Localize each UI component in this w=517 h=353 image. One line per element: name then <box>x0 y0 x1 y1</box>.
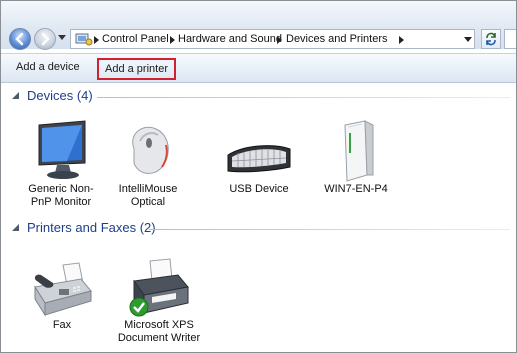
group-divider <box>149 229 510 230</box>
device-label: USB Device <box>229 183 289 195</box>
computer-tower-icon <box>344 120 374 182</box>
printer-item[interactable]: Microsoft XPS Document Writer <box>116 257 202 345</box>
address-row: Control Panel Hardware and Sound Devices… <box>1 1 516 50</box>
devices-group-header[interactable]: Devices (4) <box>1 87 516 107</box>
default-check-icon <box>129 297 149 317</box>
printers-group-header[interactable]: Printers and Faxes (2) <box>1 219 516 239</box>
device-label: Generic Non-PnP Monitor <box>28 183 94 208</box>
printer-label: Fax <box>52 319 72 331</box>
chevron-right-icon[interactable] <box>399 36 404 44</box>
breadcrumb[interactable]: Control Panel Hardware and Sound Devices… <box>70 29 475 49</box>
device-item[interactable]: IntelliMouse Optical <box>105 119 191 209</box>
breadcrumb-control-panel[interactable]: Control Panel <box>102 33 169 45</box>
collapse-triangle-icon[interactable] <box>12 224 20 232</box>
monitor-icon <box>38 120 86 179</box>
chevron-right-icon[interactable] <box>170 36 175 44</box>
keyboard-icon <box>227 145 291 173</box>
device-item[interactable]: Generic Non-PnP Monitor <box>18 119 104 209</box>
printer-label: Microsoft XPS Document Writer <box>117 319 201 344</box>
forward-button[interactable] <box>34 28 56 50</box>
refresh-button[interactable] <box>481 29 501 49</box>
device-item[interactable]: WIN7-EN-P4 <box>313 119 399 196</box>
group-title: Printers and Faxes (2) <box>27 220 156 235</box>
add-printer-button[interactable]: Add a printer <box>97 58 176 80</box>
control-panel-icon <box>75 33 93 46</box>
printer-icon <box>129 258 189 317</box>
group-title: Devices (4) <box>27 88 93 103</box>
arrow-right-icon <box>41 32 50 46</box>
add-device-button[interactable]: Add a device <box>16 61 80 73</box>
explorer-window: Control Panel Hardware and Sound Devices… <box>0 0 517 353</box>
fax-icon <box>34 262 92 317</box>
group-divider <box>97 97 510 98</box>
arrow-left-icon <box>15 32 24 46</box>
printer-item[interactable]: Fax <box>19 257 105 332</box>
address-dropdown-icon[interactable] <box>464 37 472 42</box>
search-input[interactable] <box>504 29 516 49</box>
chevron-right-icon[interactable] <box>94 36 99 44</box>
refresh-icon <box>486 32 496 46</box>
collapse-triangle-icon[interactable] <box>12 92 20 100</box>
chevron-right-icon[interactable] <box>277 36 282 44</box>
breadcrumb-hardware-and-sound[interactable]: Hardware and Sound <box>178 33 282 45</box>
device-item[interactable]: USB Device <box>216 119 302 196</box>
device-label: IntelliMouse Optical <box>118 183 178 208</box>
back-button[interactable] <box>9 28 31 50</box>
command-bar: Add a device Add a printer <box>1 53 516 83</box>
mouse-icon <box>132 126 169 174</box>
device-label: WIN7-EN-P4 <box>324 183 388 195</box>
recent-pages-dropdown[interactable] <box>58 35 66 41</box>
breadcrumb-devices-and-printers[interactable]: Devices and Printers <box>286 33 388 45</box>
